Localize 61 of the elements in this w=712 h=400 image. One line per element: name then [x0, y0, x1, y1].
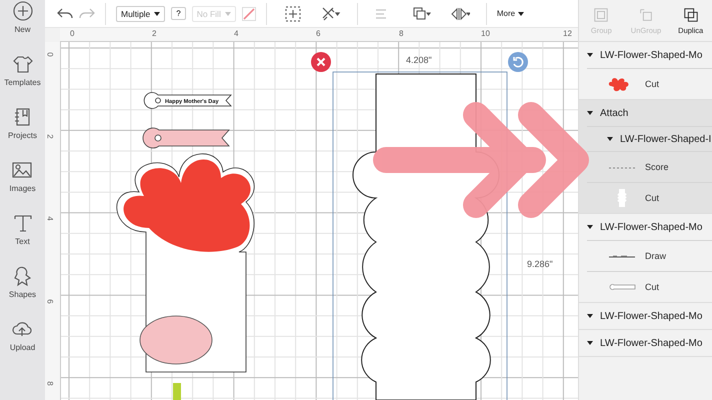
ruler-label: 6 — [316, 29, 320, 38]
layer-header[interactable]: LW-Flower-Shaped-Mo — [579, 42, 712, 68]
group-icon — [593, 6, 610, 22]
ungroup-icon — [638, 6, 654, 22]
layer-item[interactable]: Draw — [587, 240, 712, 271]
layer-subheader[interactable]: LW-Flower-Shaped-I — [587, 126, 712, 151]
no-color-swatch-icon[interactable] — [242, 6, 256, 20]
sidebar-item[interactable]: Text — [12, 212, 34, 248]
layer-group[interactable]: Attach LW-Flower-Shaped-I Score Cut — [579, 100, 712, 214]
layer-group[interactable]: LW-Flower-Shaped-Mo Draw Cut — [579, 214, 712, 303]
select-all-icon[interactable] — [282, 6, 303, 22]
sidebar-item[interactable]: Shapes — [8, 265, 36, 301]
width-label: 4.208" — [406, 55, 432, 65]
arrange-icon[interactable] — [412, 6, 432, 22]
caret-icon — [607, 137, 613, 141]
ruler-label: 10 — [481, 29, 490, 38]
help-button[interactable]: ? — [171, 7, 186, 20]
undo-icon[interactable] — [57, 6, 73, 20]
ruler-label: 0 — [46, 52, 55, 57]
ruler-label: 4 — [234, 29, 238, 38]
duplicate-icon — [682, 6, 699, 22]
stick-shape — [173, 383, 181, 400]
layer-header[interactable]: Attach — [579, 100, 712, 126]
layer-header[interactable]: LW-Flower-Shaped-Mo — [579, 214, 712, 240]
more-button[interactable]: More — [496, 9, 524, 18]
caret-icon — [224, 12, 231, 16]
layer-item[interactable]: Score — [587, 151, 712, 182]
layer-header[interactable]: LW-Flower-Shaped-Mo — [579, 303, 712, 329]
sidebar-item[interactable]: New — [12, 0, 34, 36]
caret-icon — [587, 314, 593, 318]
flip-icon[interactable] — [450, 6, 470, 22]
edit-tools-icon[interactable] — [320, 6, 341, 22]
sidebar-item[interactable]: Upload — [10, 318, 36, 354]
layer-item[interactable]: Cut — [587, 68, 712, 99]
layer-header[interactable]: LW-Flower-Shaped-Mo — [579, 330, 712, 356]
ruler-label: 4 — [46, 216, 55, 221]
ruler-label: 8 — [46, 381, 55, 386]
caret-icon — [587, 111, 593, 115]
caret-icon — [587, 53, 593, 57]
sidebar-item[interactable]: Templates — [4, 53, 41, 89]
layer-item[interactable]: Cut — [587, 182, 712, 213]
height-label: 9.286" — [527, 259, 553, 269]
line-icon — [607, 254, 637, 258]
caret-icon — [518, 12, 524, 16]
sidebar-item[interactable]: Projects — [8, 106, 37, 142]
plus-circle-icon — [12, 0, 34, 22]
rotate-handle[interactable] — [508, 52, 528, 72]
caret-icon — [587, 341, 593, 345]
ruler-label: 0 — [70, 29, 74, 38]
linetype-dropdown[interactable]: Multiple — [116, 6, 166, 22]
dashed-line-icon — [607, 166, 637, 168]
sidebar-item[interactable]: Images — [9, 159, 36, 195]
ruler-label: 2 — [152, 29, 156, 38]
ruler-label: 12 — [563, 29, 572, 38]
ruler-label: 8 — [399, 29, 404, 38]
delete-handle[interactable] — [311, 52, 331, 72]
ruler-label: 6 — [46, 299, 55, 304]
caret-icon — [587, 225, 593, 229]
ruler-label: 2 — [46, 134, 55, 139]
caret-icon — [154, 12, 160, 16]
layer-item[interactable]: Cut — [587, 271, 712, 302]
